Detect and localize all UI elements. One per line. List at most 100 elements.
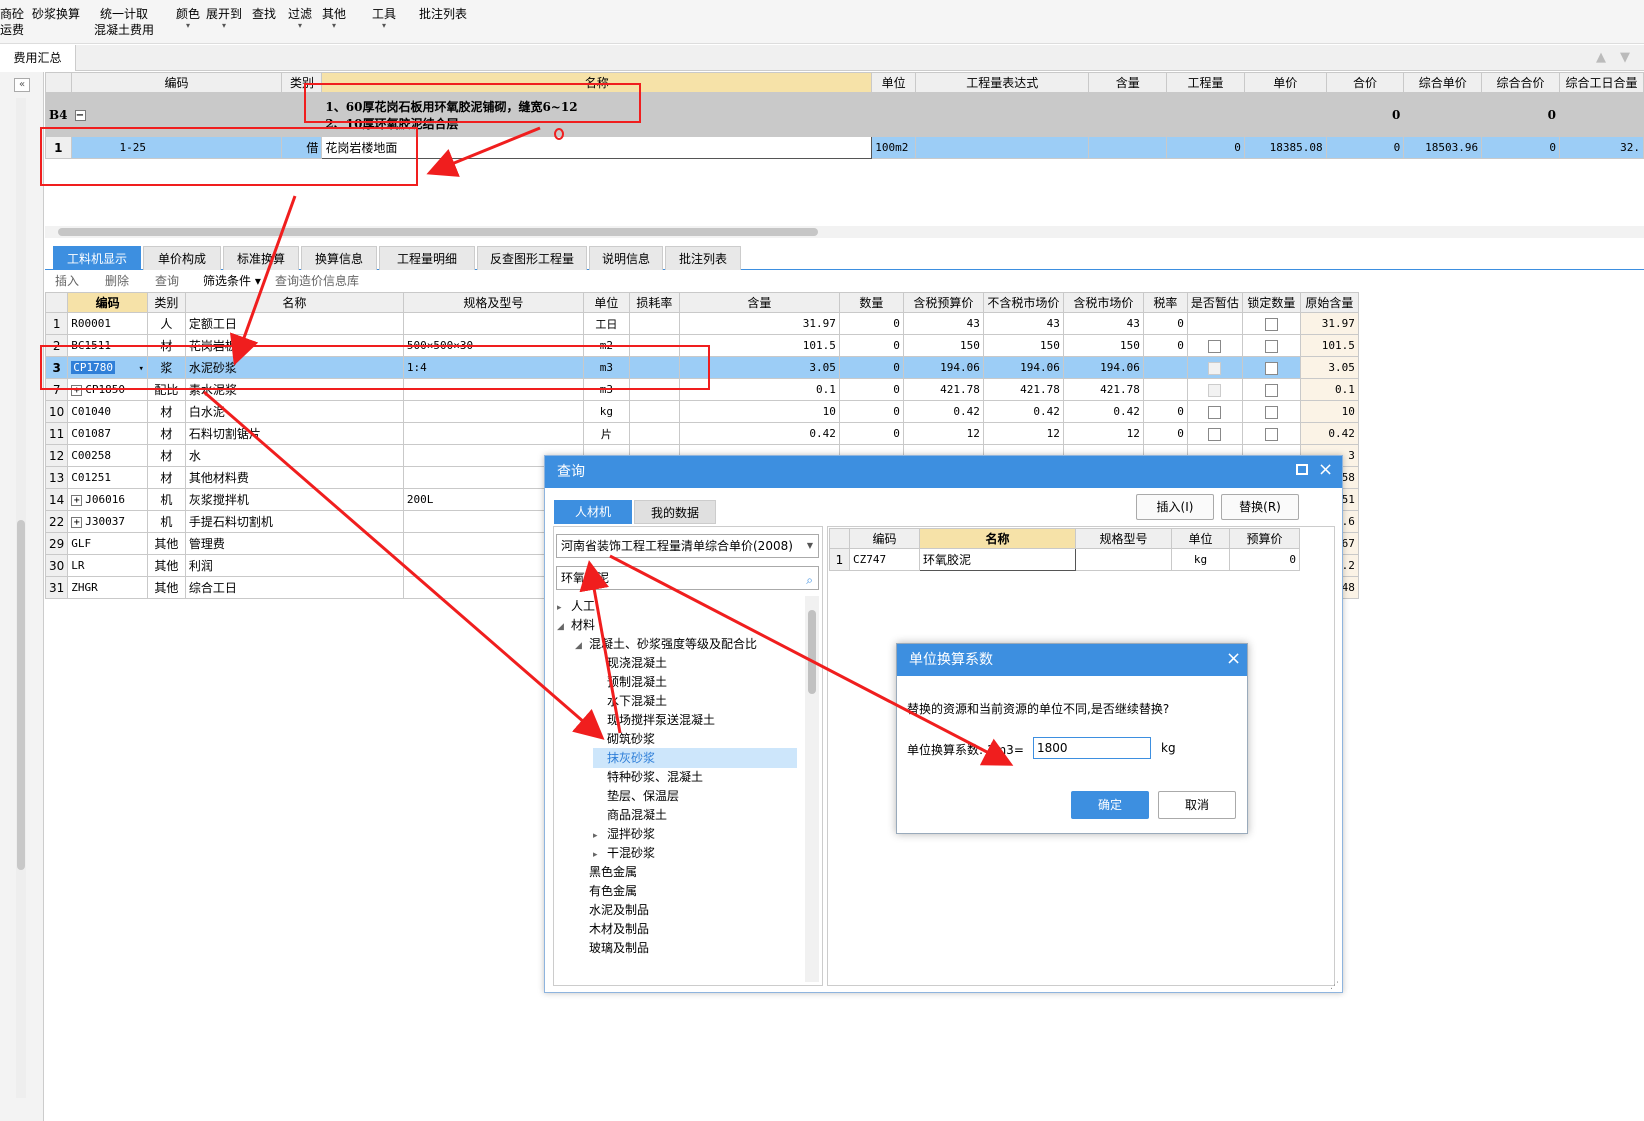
quota-header-content[interactable]: 含量 [1088,72,1168,93]
maximize-icon[interactable] [1296,464,1308,475]
result-row[interactable]: 1 CZ747 环氧胶泥 kg 0 [829,548,1300,571]
material-estimate[interactable] [1186,378,1243,401]
material-row[interactable]: 7 + CP1850 配比 素水泥浆 m3 0.1 0 421.78 421.78 421.78 0.… [44,378,1359,401]
close-icon[interactable]: × [1318,460,1333,480]
lock-checkbox[interactable] [1264,383,1278,397]
material-row[interactable]: 10 C01040 材白水泥 kg 10 0 0.42 0.42 0.42 0 10 [44,400,1359,423]
library-select[interactable]: 河南省装饰工程工程量清单综合单价(2008) ▼ [556,534,819,558]
lock-checkbox[interactable] [1264,361,1278,375]
estimate-checkbox[interactable] [1208,383,1222,397]
quota-header-comp-price[interactable]: 综合单价 [1403,72,1483,93]
tree-node[interactable]: ◢ 混凝土、砂浆强度等级及配合比 [575,634,757,654]
material-name[interactable]: 综合工日 [184,576,404,599]
resize-grip-icon[interactable]: ⋰ [1330,981,1339,991]
material-row[interactable]: 11 C01087 材石料切割锯片片 0.42 0 12 12 12 0 0.42 [44,422,1359,445]
material-name[interactable]: 水泥砂浆 [184,356,404,379]
material-code[interactable]: BC1511 [67,334,148,357]
concrete-freight-button[interactable]: 商砼 运费 [0,6,24,38]
material-lock[interactable] [1241,334,1301,357]
material-estimate[interactable] [1186,356,1243,379]
material-content[interactable]: 31.97 [678,312,840,335]
quota-header-price[interactable]: 单价 [1243,72,1327,93]
material-name[interactable]: 利润 [184,554,404,577]
mortar-convert-button[interactable]: 砂浆换算 [32,6,80,22]
find-button[interactable]: 查找 [252,6,276,22]
material-code[interactable]: ZHGR [67,576,148,599]
mat-header-market-notax[interactable]: 不含税市场价 [982,292,1064,313]
material-name[interactable]: 灰浆搅拌机 [184,488,404,511]
search-icon[interactable]: ⌕ [806,569,813,591]
material-row[interactable]: 3 CP1780 ▾ 浆水泥砂浆 1:4 m3 3.05 0 194.06 194.06 194.… [44,356,1359,379]
delete-link[interactable]: 删除 [105,270,129,292]
tab-labor-material[interactable]: 工料机显示 [53,246,141,270]
tree-node[interactable]: ▸ 干混砂浆 [593,843,655,863]
material-lock[interactable] [1241,378,1301,401]
lock-checkbox[interactable] [1264,405,1278,419]
expand-to-button[interactable]: 展开到 ▾ [206,6,242,30]
tree-node[interactable]: 水下混凝土 [593,691,667,711]
mat-header-loss[interactable]: 损耗率 [628,292,680,313]
tab-fee-summary[interactable]: 费用汇总 [0,45,76,71]
material-market-notax[interactable]: 421.78 [982,378,1064,401]
move-up-icon[interactable]: ▲ [1596,50,1606,65]
tree-toggle-icon[interactable]: ◢ [575,636,589,656]
material-row[interactable]: 1 R00001 人定额工日 工日 31.97 0 43 43 43 0 31.97 [44,312,1359,335]
mat-header-spec[interactable]: 规格及型号 [402,292,584,313]
tree-node[interactable]: 玻璃及制品 [575,938,649,958]
quota-header-total[interactable]: 合价 [1325,72,1405,93]
rail-scroll-thumb[interactable] [17,520,25,870]
quota-code[interactable]: 1-25 [70,136,283,159]
result-header-price[interactable]: 预算价 [1229,528,1300,549]
material-row[interactable]: 2 BC1511 材花岗岩板 500×500×30 m2 101.5 0 150 150 150 0… [44,334,1359,357]
estimate-checkbox[interactable] [1208,361,1222,375]
material-name[interactable]: 素水泥浆 [184,378,404,401]
material-market-notax[interactable]: 0.42 [982,400,1064,423]
tree-node[interactable]: 抹灰砂浆 [593,748,797,768]
chevron-down-icon[interactable]: ▾ [133,364,143,374]
tree-node[interactable]: 商品混凝土 [593,805,667,825]
lock-checkbox[interactable] [1264,317,1278,331]
mat-header-lock[interactable]: 锁定数量 [1241,292,1301,313]
material-name[interactable]: 白水泥 [184,400,404,423]
query-price-db-link[interactable]: 查询造价信息库 [275,270,359,292]
material-loss[interactable] [628,378,680,401]
result-header-unit[interactable]: 单位 [1171,528,1230,549]
tree-node[interactable]: 垫层、保温层 [593,786,679,806]
filter-condition-dropdown[interactable]: 筛选条件 ▾ [203,270,261,292]
material-code[interactable]: LR [67,554,148,577]
material-name[interactable]: 其他材料费 [184,466,404,489]
quota-expression[interactable] [915,136,1090,159]
replace-button[interactable]: 替换(R) [1221,494,1299,520]
material-content[interactable]: 3.05 [678,356,840,379]
expand-icon[interactable]: + [71,384,83,396]
quota-row[interactable]: 1 1-25 借 花岗岩楼地面 100m2 0 18385.08 0 18503… [45,136,1644,159]
material-code[interactable]: C01251 [67,466,148,489]
tab-my-data[interactable]: 我的数据 [634,500,716,524]
result-header-spec[interactable]: 规格型号 [1075,528,1172,549]
quota-name-input[interactable]: 花岗岩楼地面 [321,136,873,159]
collapse-icon[interactable]: − [74,109,86,121]
material-loss[interactable] [628,400,680,423]
color-button[interactable]: 颜色 ▾ [176,6,200,30]
quota-header-expression[interactable]: 工程量表达式 [915,72,1090,93]
material-name[interactable]: 水 [184,444,404,467]
query-link[interactable]: 查询 [155,270,179,292]
material-name[interactable]: 手提石料切割机 [184,510,404,533]
other-button[interactable]: 其他 ▾ [322,6,346,30]
material-code[interactable]: CP1780 ▾ [67,356,148,379]
estimate-checkbox[interactable] [1208,339,1222,353]
mat-header-name[interactable]: 名称 [184,292,404,313]
quota-header-code[interactable]: 编码 [70,72,283,93]
mat-header-qty[interactable]: 数量 [838,292,904,313]
expand-icon[interactable]: + [71,494,83,506]
estimate-checkbox[interactable] [1208,427,1222,441]
mat-header-market-tax[interactable]: 含税市场价 [1062,292,1144,313]
material-loss[interactable] [628,356,680,379]
lock-checkbox[interactable] [1264,339,1278,353]
quota-header-comp-total[interactable]: 综合合价 [1481,72,1560,93]
tree-node[interactable]: 黑色金属 [575,862,637,882]
result-code[interactable]: CZ747 [849,548,920,571]
tree-node[interactable]: 现浇混凝土 [593,653,667,673]
concrete-fee-button[interactable]: 统一计取 混凝土费用 [94,6,154,38]
mat-header-estimate[interactable]: 是否暂估 [1186,292,1243,313]
